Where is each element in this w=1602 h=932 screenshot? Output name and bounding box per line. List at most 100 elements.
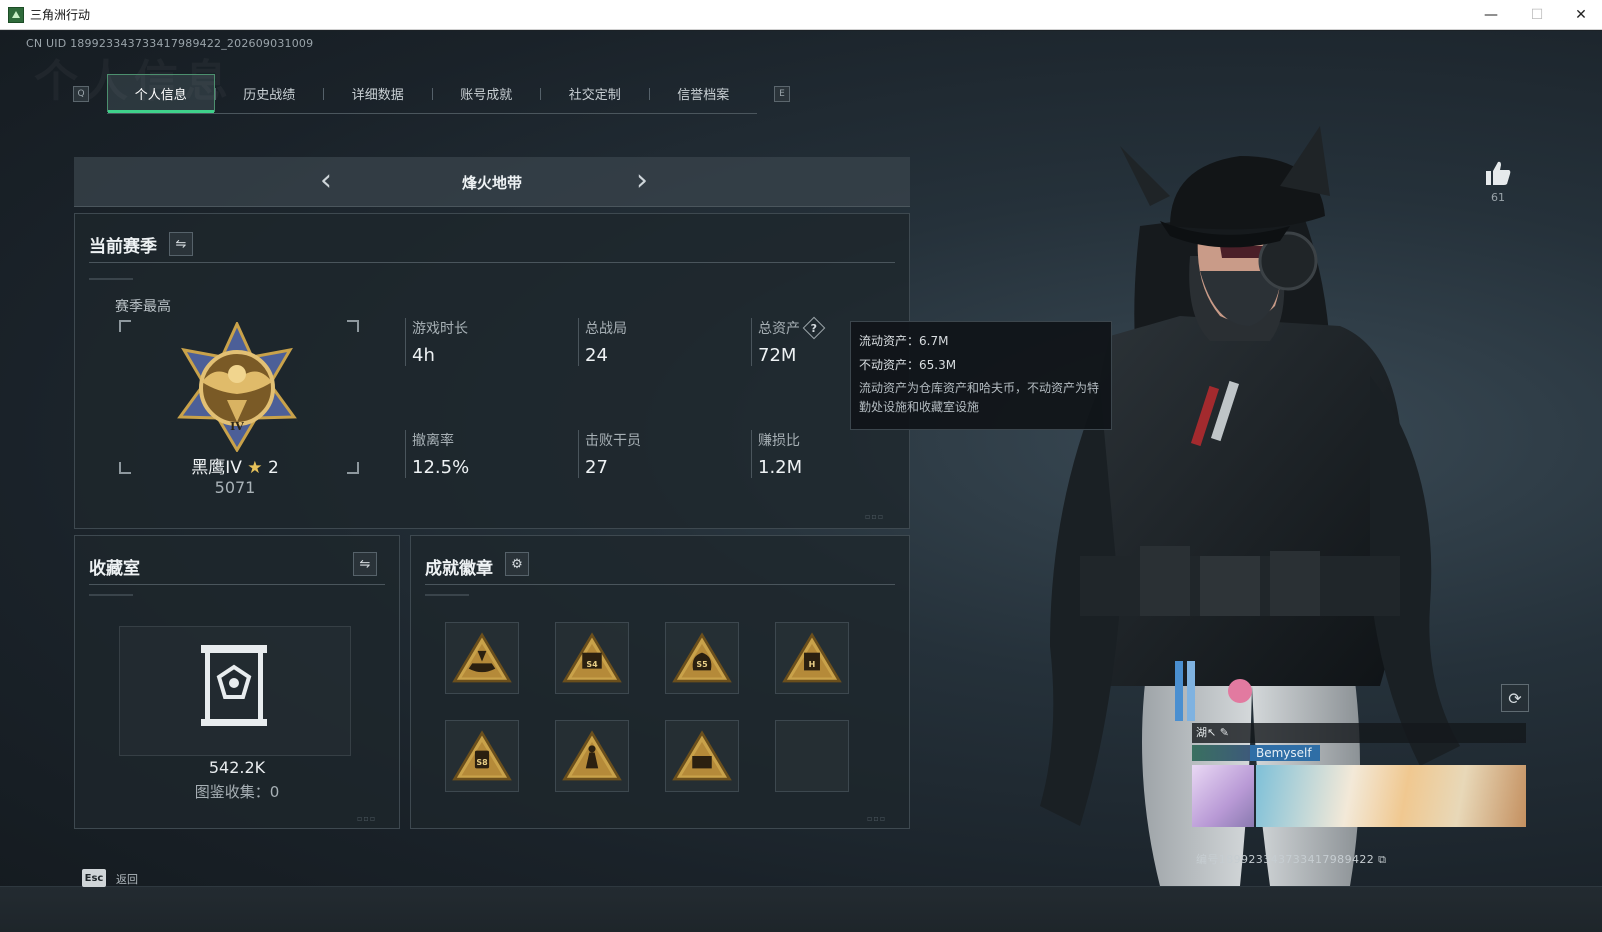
uid-line: CN UID 18992334373341798942​2_2026090310… xyxy=(26,37,314,50)
tab-social-custom[interactable]: 社交定制 xyxy=(541,74,649,112)
badge-slot[interactable]: H xyxy=(775,622,849,694)
season-panel: 当前赛季 ⇋ 赛季最高 IV 黑鹰IV ★ 2 5071 游戏时长 4h 总战局 xyxy=(74,213,910,529)
profile-card[interactable]: 湖↖ ✎ Bemyself xyxy=(1192,723,1526,827)
badge-slot[interactable] xyxy=(555,720,629,792)
badge-slot[interactable]: S4 xyxy=(555,622,629,694)
vault-swap-icon[interactable]: ⇋ xyxy=(353,552,377,576)
rank-badge-icon: IV xyxy=(177,322,297,452)
stat-value: 72M xyxy=(758,345,797,366)
close-button[interactable]: ✕ xyxy=(1558,0,1602,30)
vault-panel: 收藏室 ⇋ 542.2K 图鉴收集：0 ▫▫▫ xyxy=(74,535,400,829)
stat-value: 27 xyxy=(585,457,608,478)
tooltip-liquid: 流动资产：6.7M xyxy=(859,334,949,348)
badge-slot[interactable] xyxy=(445,622,519,694)
minimize-button[interactable]: — xyxy=(1468,0,1514,30)
badges-panel: 成就徽章 ⚙ S4 S5 H S8 ▫▫▫ xyxy=(410,535,910,829)
panel-divider xyxy=(425,584,895,585)
tab-next-key[interactable]: E xyxy=(774,86,790,102)
assets-tooltip: 流动资产：6.7M 不动资产：65.3M 流动资产为仓库资产和哈夫币，不动资产为… xyxy=(850,321,1112,430)
mode-title: 烽火地带 xyxy=(461,174,522,192)
stat-operators-defeated: 击败干员 27 xyxy=(578,430,641,478)
badges-panel-title: 成就徽章 xyxy=(425,559,493,579)
stat-extraction-rate: 撤离率 12.5% xyxy=(405,430,469,478)
refresh-icon[interactable]: ⟳ xyxy=(1501,684,1529,712)
tab-prev-key[interactable]: Q xyxy=(73,86,89,102)
badge-slot[interactable] xyxy=(775,720,849,792)
panel-subline xyxy=(89,278,133,280)
badges-settings-icon[interactable]: ⚙ xyxy=(505,552,529,576)
panel-divider xyxy=(89,262,895,263)
rank-name: 黑鹰IV ★ 2 xyxy=(115,453,355,478)
assets-help-icon[interactable]: ? xyxy=(802,316,826,340)
season-swap-icon[interactable]: ⇋ xyxy=(169,232,193,256)
stat-value: 24 xyxy=(585,345,608,366)
stat-label: 赚损比 xyxy=(758,433,800,449)
copy-icon[interactable]: ⧉ xyxy=(1378,853,1386,866)
s5-bag-badge-icon: S5 xyxy=(672,632,732,683)
stat-value: 1.2M xyxy=(758,457,803,478)
badge-slot[interactable]: S8 xyxy=(445,720,519,792)
tab-history[interactable]: 历史战绩 xyxy=(216,74,324,112)
app-logo-icon xyxy=(8,6,24,23)
profile-banner xyxy=(1256,765,1526,827)
season-high-label: 赛季最高 xyxy=(115,299,171,315)
profile-name-decoration xyxy=(1192,745,1250,761)
season-panel-title: 当前赛季 xyxy=(89,237,157,257)
soldier-badge-icon xyxy=(562,730,622,781)
s4-badge-icon: S4 xyxy=(562,632,622,683)
tooltip-fixed: 不动资产：65.3M xyxy=(859,358,957,372)
stat-value: 12.5% xyxy=(412,457,470,478)
esc-key-button[interactable]: Esc xyxy=(82,869,106,887)
stat-value: 4h xyxy=(412,345,435,366)
frame-corner xyxy=(347,320,359,332)
panel-corner-dots: ▫▫▫ xyxy=(867,814,887,823)
badge-slot[interactable]: S5 xyxy=(665,622,739,694)
panel-corner-dots: ▫▫▫ xyxy=(357,814,377,823)
h-badge-icon: H xyxy=(782,632,842,683)
mode-next-arrow-icon[interactable]: › xyxy=(626,166,658,198)
help-glyph: ? xyxy=(810,321,818,335)
vault-value: 542.2K xyxy=(208,758,266,777)
profile-name: Bemyself xyxy=(1250,745,1320,761)
stat-label: 总战局 xyxy=(585,321,627,337)
tooltip-description: 流动资产为仓库资产和哈夫币，不动资产为特勤处设施和收藏室设施 xyxy=(859,381,1100,414)
tab-achievements[interactable]: 账号成就 xyxy=(433,74,541,112)
s8-badge-icon: S8 xyxy=(452,730,512,781)
boat-badge-icon xyxy=(452,632,512,683)
profile-card-header: 湖↖ ✎ xyxy=(1192,723,1526,743)
crate-badge-icon xyxy=(672,730,732,781)
tab-credit-record[interactable]: 信誉档案 xyxy=(650,74,758,112)
stat-profit-loss: 赚损比 1.2M xyxy=(751,430,802,478)
back-label[interactable]: 返回 xyxy=(116,871,138,887)
profile-id: 编号18992334373341798942​2 xyxy=(1196,853,1375,866)
game-viewport: 个人信息 CN UID 18992334373341798942​2_20260… xyxy=(0,31,1602,932)
like-thumb-icon[interactable] xyxy=(1483,158,1513,188)
like-count: 61 xyxy=(1491,191,1505,204)
panel-subline xyxy=(89,594,133,596)
rank-score: 5071 xyxy=(214,478,256,497)
badge-slot[interactable] xyxy=(665,720,739,792)
main-tabs: 个人信息 历史战绩 详细数据 账号成就 社交定制 信誉档案 xyxy=(107,74,757,114)
panel-divider xyxy=(89,584,385,585)
vault-panel-title: 收藏室 xyxy=(89,559,140,579)
vault-showcase-icon xyxy=(201,645,267,726)
maximize-button[interactable]: ☐ xyxy=(1514,0,1560,30)
stat-label: 击败干员 xyxy=(585,433,641,449)
stat-label: 总资产 xyxy=(758,321,800,337)
stat-label: 撤离率 xyxy=(412,433,454,449)
rank-star-icon: ★ xyxy=(247,458,263,478)
avatar xyxy=(1192,765,1254,827)
panel-subline xyxy=(425,594,469,596)
stat-play-time: 游戏时长 4h xyxy=(405,318,468,366)
svg-text:IV: IV xyxy=(230,420,244,433)
svg-text:S8: S8 xyxy=(476,758,488,767)
mode-selector: ‹ 烽火地带 › xyxy=(74,157,910,207)
stat-total-assets: 总资产 72M xyxy=(751,318,800,366)
svg-text:S5: S5 xyxy=(696,660,707,669)
window-titlebar: 三角洲行动 — ☐ ✕ xyxy=(0,0,1602,30)
tab-personal-info[interactable]: 个人信息 xyxy=(107,74,215,113)
tab-detailed-data[interactable]: 详细数据 xyxy=(324,74,432,112)
frame-corner xyxy=(119,320,131,332)
rank-title: 黑鹰IV xyxy=(191,458,242,478)
stat-total-matches: 总战局 24 xyxy=(578,318,627,366)
